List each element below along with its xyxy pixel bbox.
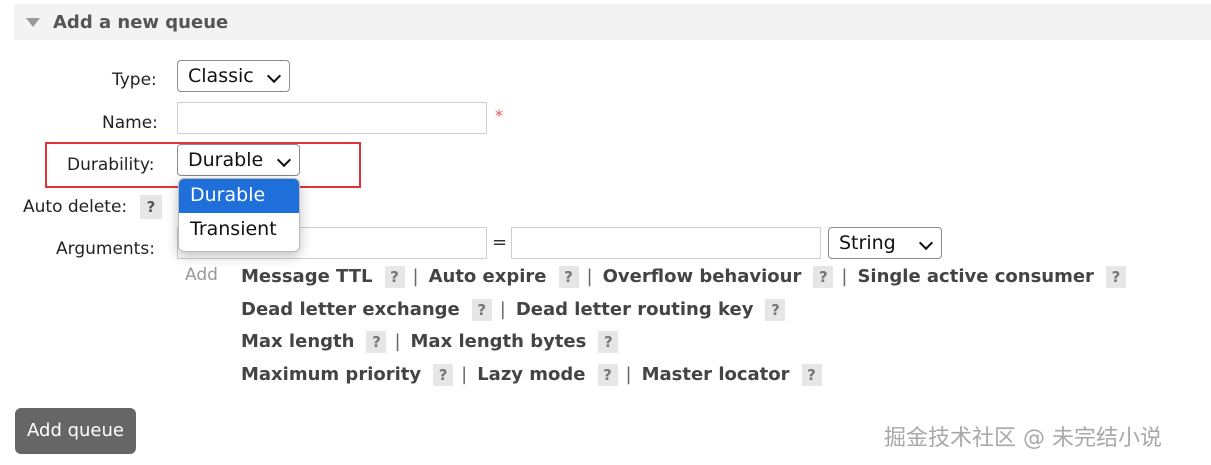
shortcut-dead-letter-exchange[interactable]: Dead letter exchange: [241, 299, 460, 320]
help-icon[interactable]: ?: [801, 364, 822, 386]
shortcut-dead-letter-routing-key[interactable]: Dead letter routing key: [516, 299, 754, 320]
auto-delete-help-icon[interactable]: ?: [140, 195, 162, 219]
separator: |: [625, 364, 632, 385]
shortcut-single-active-consumer[interactable]: Single active consumer: [857, 266, 1094, 287]
separator: |: [394, 331, 401, 352]
type-label: Type:: [112, 70, 157, 90]
argument-shortcuts-row-1: Message TTL? | Auto expire? | Overflow behav…: [241, 266, 1134, 288]
section-header[interactable]: Add a new queue: [14, 4, 1211, 40]
type-select[interactable]: Classic: [177, 60, 290, 92]
auto-delete-label: Auto delete:: [23, 197, 128, 217]
dropdown-option-transient[interactable]: Transient: [179, 213, 299, 247]
argument-shortcuts-row-2: Dead letter exchange? | Dead letter routin…: [241, 299, 793, 321]
separator: |: [586, 266, 593, 287]
separator: |: [841, 266, 848, 287]
help-icon[interactable]: ?: [384, 266, 405, 288]
durability-label: Durability:: [67, 155, 155, 175]
shortcut-max-length[interactable]: Max length: [241, 331, 354, 352]
help-icon[interactable]: ?: [813, 266, 834, 288]
add-queue-button[interactable]: Add queue: [15, 408, 136, 454]
durability-select[interactable]: Durable: [177, 144, 300, 176]
help-icon[interactable]: ?: [765, 299, 786, 321]
name-label: Name:: [102, 113, 158, 133]
help-icon[interactable]: ?: [433, 364, 454, 386]
durability-dropdown-list: Durable Transient: [178, 178, 300, 252]
section-title: Add a new queue: [53, 12, 229, 33]
help-icon[interactable]: ?: [598, 331, 619, 353]
name-input[interactable]: [177, 102, 487, 134]
separator: |: [461, 364, 468, 385]
argument-type-select[interactable]: String: [828, 227, 942, 259]
help-icon[interactable]: ?: [471, 299, 492, 321]
argument-shortcuts-row-3: Max length? | Max length bytes?: [241, 331, 626, 353]
chevron-down-icon: [918, 235, 934, 251]
help-icon[interactable]: ?: [558, 266, 579, 288]
shortcut-auto-expire[interactable]: Auto expire: [429, 266, 547, 287]
separator: |: [412, 266, 419, 287]
shortcut-lazy-mode[interactable]: Lazy mode: [477, 364, 585, 385]
argument-shortcuts-row-4: Maximum priority? | Lazy mode? | Master loca…: [241, 364, 830, 386]
type-select-value: Classic: [188, 65, 254, 87]
chevron-down-icon: [276, 152, 292, 168]
durability-select-value: Durable: [188, 149, 264, 171]
required-asterisk: *: [495, 106, 503, 125]
argument-type-value: String: [839, 232, 896, 254]
shortcut-overflow-behaviour[interactable]: Overflow behaviour: [603, 266, 802, 287]
arguments-label: Arguments:: [56, 239, 155, 259]
shortcut-max-length-bytes[interactable]: Max length bytes: [411, 331, 587, 352]
chevron-down-icon: [266, 68, 282, 84]
dropdown-option-durable[interactable]: Durable: [179, 179, 299, 213]
argument-value-input[interactable]: [511, 227, 821, 259]
help-icon[interactable]: ?: [597, 364, 618, 386]
equals-sign: =: [492, 232, 508, 253]
add-argument-link[interactable]: Add: [185, 265, 218, 285]
watermark: 掘金技术社区 @ 未完结小说: [884, 426, 1162, 451]
help-icon[interactable]: ?: [366, 331, 387, 353]
collapse-triangle-icon[interactable]: [26, 18, 40, 27]
help-icon[interactable]: ?: [1105, 266, 1126, 288]
shortcut-master-locator[interactable]: Master locator: [642, 364, 790, 385]
shortcut-message-ttl[interactable]: Message TTL: [241, 266, 373, 287]
separator: |: [499, 299, 506, 320]
shortcut-maximum-priority[interactable]: Maximum priority: [241, 364, 421, 385]
